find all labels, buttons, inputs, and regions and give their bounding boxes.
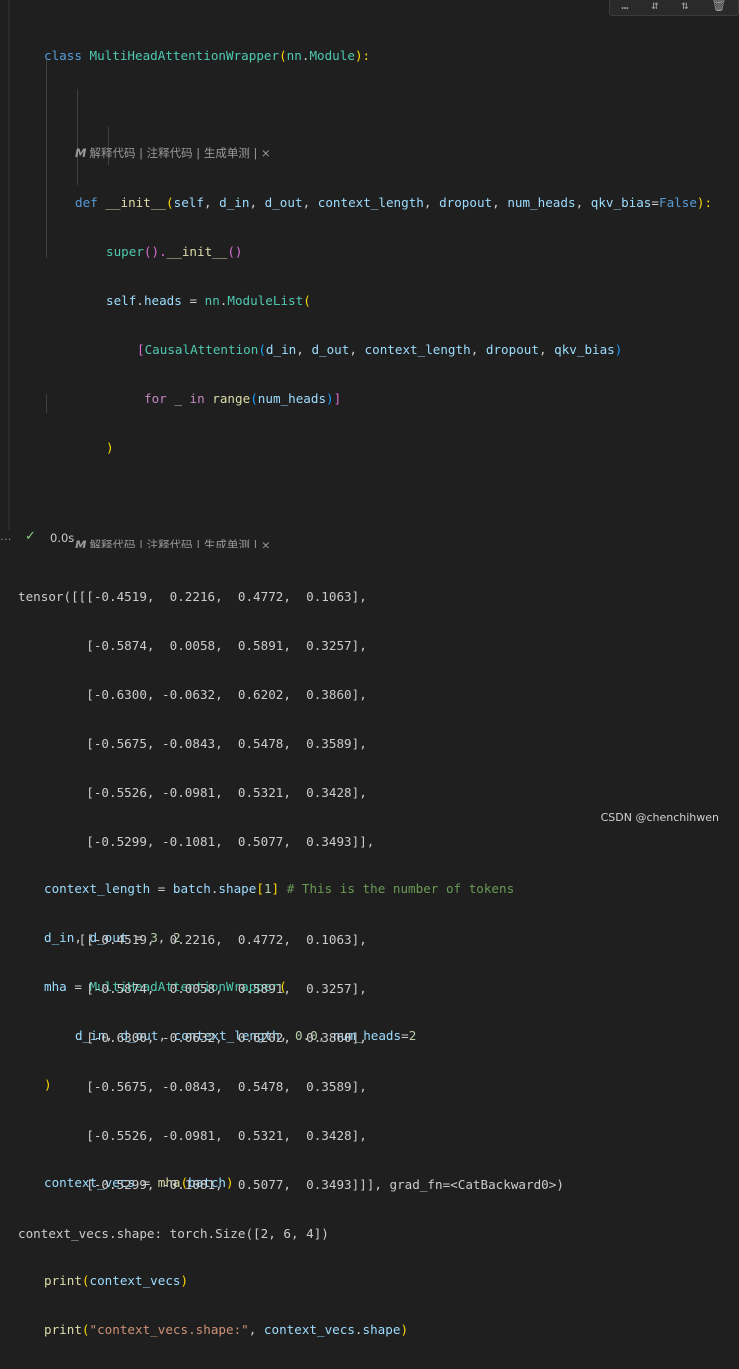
output-line: [-0.5874, 0.0058, 0.5891, 0.3257],: [18, 981, 367, 996]
code-line: print(context_vecs): [44, 1273, 189, 1288]
output-line: [-0.5299, -0.1081, 0.5077, 0.3493]],: [18, 834, 375, 849]
split-icon[interactable]: ⇵: [651, 0, 658, 11]
watermark: CSDN @chenchihwen: [600, 811, 719, 824]
ellipsis-icon[interactable]: …: [621, 0, 628, 11]
output-line: [[-0.4519, 0.2216, 0.4772, 0.1063],: [18, 932, 367, 947]
check-icon: ✓: [25, 529, 36, 544]
cell-toolbar: … ⇵ ⇅ 🗑: [609, 0, 739, 16]
output-line: [-0.6300, -0.0632, 0.6202, 0.3860],: [18, 1030, 367, 1045]
code-line: super().__init__(): [106, 244, 243, 259]
code-line: def __init__(self, d_in, d_out, context_…: [75, 195, 713, 210]
output-line: [-0.6300, -0.0632, 0.6202, 0.3860],: [18, 687, 367, 702]
cell-status: … ✓ 0.0s: [0, 529, 200, 547]
cell-execution-bar[interactable]: [8, 0, 10, 530]
delete-icon[interactable]: 🗑: [711, 0, 726, 11]
output-line: [-0.5299, -0.1081, 0.5077, 0.3493]]], gr…: [18, 1177, 564, 1192]
code-line: class MultiHeadAttentionWrapper(nn.Modul…: [44, 48, 371, 63]
more-icon[interactable]: …: [0, 529, 12, 543]
collapse-icon[interactable]: ⇅: [681, 0, 688, 11]
code-line: for _ in range(num_heads)]: [144, 391, 342, 406]
code-line: print("context_vecs.shape:", context_vec…: [44, 1322, 409, 1337]
execution-time: 0.0s: [50, 531, 75, 545]
code-line: [CausalAttention(d_in, d_out, context_le…: [137, 342, 623, 357]
code-line: ): [106, 440, 114, 455]
output-line: context_vecs.shape: torch.Size([2, 6, 4]…: [18, 1226, 329, 1241]
output-line: [-0.5675, -0.0843, 0.5478, 0.3589],: [18, 1079, 367, 1094]
code-cell[interactable]: … ⇵ ⇅ 🗑 class MultiHeadAttentionWrapper(…: [0, 0, 739, 1337]
code-lens-logo-icon: M: [75, 146, 87, 160]
output-line: [-0.5874, 0.0058, 0.5891, 0.3257],: [18, 638, 367, 653]
output-line: tensor([[[-0.4519, 0.2216, 0.4772, 0.106…: [18, 589, 367, 604]
cell-output: tensor([[[-0.4519, 0.2216, 0.4772, 0.106…: [0, 548, 739, 1241]
output-line: [-0.5526, -0.0981, 0.5321, 0.3428],: [18, 785, 367, 800]
code-line: self.heads = nn.ModuleList(: [106, 293, 311, 308]
output-line: [-0.5526, -0.0981, 0.5321, 0.3428],: [18, 1128, 367, 1143]
ai-code-lens[interactable]: M 解释代码 | 注释代码 | 生成单测 | ×: [44, 144, 712, 163]
output-line: [-0.5675, -0.0843, 0.5478, 0.3589],: [18, 736, 367, 751]
output-text: tensor([[[-0.4519, 0.2216, 0.4772, 0.106…: [18, 557, 564, 1273]
